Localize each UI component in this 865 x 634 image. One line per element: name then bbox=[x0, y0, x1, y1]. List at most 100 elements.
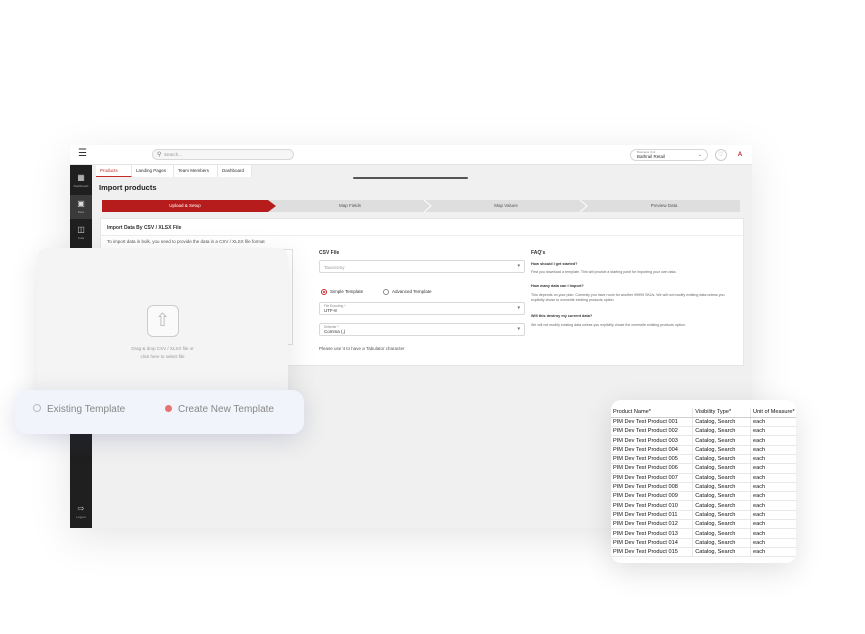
table-cell: each bbox=[750, 473, 796, 483]
delimiter-select[interactable]: Delimiter * Comma (,) ▾ bbox=[319, 323, 525, 336]
table-cell: each bbox=[750, 482, 796, 493]
table-cell: Catalog, Search bbox=[692, 435, 752, 446]
table-row: PIM Dev Test Product 009 Catalog, Search e… bbox=[611, 491, 796, 502]
tab-landing-pages[interactable]: Landing Pages bbox=[132, 165, 174, 177]
table-row: PIM Dev Test Product 002 Catalog, Search e… bbox=[611, 426, 796, 437]
table-cell: PIM Dev Test Product 012 bbox=[611, 519, 694, 530]
table-cell: each bbox=[750, 426, 796, 437]
table-row: PIM Dev Test Product 014 Catalog, Search e… bbox=[611, 538, 796, 548]
table-row: PIM Dev Test Product 005 Catalog, Search e… bbox=[611, 454, 796, 465]
table-cell: Catalog, Search bbox=[692, 445, 752, 456]
step-arrow bbox=[424, 200, 432, 212]
step-map-values[interactable]: Map Values bbox=[432, 200, 580, 212]
store-selector[interactable]: Business Unit Bathrail Retail ⌄ bbox=[630, 149, 708, 161]
sidebar-item-files[interactable]: ▣ Files bbox=[70, 195, 92, 219]
table-row: PIM Dev Test Product 013 Catalog, Search e… bbox=[611, 528, 796, 539]
sidebar-item-cats[interactable]: ◫ Cats bbox=[70, 221, 92, 245]
chevron-down-icon: ▾ bbox=[517, 305, 520, 311]
radio-label: Create New Template bbox=[178, 404, 274, 415]
table-row: PIM Dev Test Product 007 Catalog, Search e… bbox=[611, 473, 796, 483]
radio-label: Existing Template bbox=[47, 404, 126, 415]
step-arrow bbox=[580, 200, 588, 212]
radio-existing-template[interactable]: Existing Template bbox=[33, 404, 125, 415]
column-header: Unit of Measure* bbox=[750, 408, 796, 418]
spreadsheet-preview: Product Name* Visibility Type* Unit of M… bbox=[611, 400, 796, 563]
table-cell: PIM Dev Test Product 002 bbox=[611, 426, 694, 437]
tab-team-members[interactable]: Team Members bbox=[174, 165, 218, 177]
radio-label: Advanced Template bbox=[392, 289, 432, 295]
table-cell: Catalog, Search bbox=[692, 500, 752, 511]
hamburger-menu-icon[interactable]: ☰ bbox=[78, 149, 87, 159]
tab-products[interactable]: Products bbox=[96, 165, 132, 177]
table-cell: Catalog, Search bbox=[692, 482, 752, 493]
table-cell: PIM Dev Test Product 004 bbox=[611, 445, 694, 456]
search-placeholder: Search... bbox=[164, 151, 183, 157]
tab-dashboard[interactable]: Dashboard bbox=[218, 165, 252, 177]
table-cell: PIM Dev Test Product 009 bbox=[611, 491, 694, 502]
table-cell: Catalog, Search bbox=[692, 528, 752, 539]
store-selector-value: Bathrail Retail bbox=[637, 154, 666, 159]
table-cell: Catalog, Search bbox=[692, 510, 752, 521]
notification-bell-icon[interactable]: ♡ bbox=[715, 149, 727, 161]
faq-title: FAQ's bbox=[531, 250, 546, 256]
sidebar-item-label: Dashboard bbox=[73, 184, 89, 188]
chevron-down-icon: ▾ bbox=[517, 326, 520, 332]
sidebar-item-logout[interactable]: ⇨ Logout bbox=[70, 500, 92, 524]
encoding-select[interactable]: File Encoding * UTF-8 ▾ bbox=[319, 302, 525, 315]
table-cell: each bbox=[750, 435, 796, 446]
scroll-indicator[interactable] bbox=[353, 177, 468, 179]
taxonomy-select[interactable]: Taxonomy ▾ bbox=[319, 260, 525, 273]
page-title: Import products bbox=[99, 183, 157, 192]
upload-instructions-secondary: click here to select file bbox=[140, 354, 185, 359]
table-cell: PIM Dev Test Product 001 bbox=[611, 417, 694, 428]
table-row: PIM Dev Test Product 012 Catalog, Search e… bbox=[611, 519, 796, 530]
table-cell: Catalog, Search bbox=[692, 538, 752, 548]
upload-dropzone[interactable]: ⇧ Drag & drop CSV / XLSX file or click h… bbox=[37, 248, 288, 408]
table-cell: PIM Dev Test Product 010 bbox=[611, 500, 694, 511]
table-cell: PIM Dev Test Product 014 bbox=[611, 538, 694, 548]
user-avatar[interactable]: A bbox=[734, 149, 746, 161]
table-cell: Catalog, Search bbox=[692, 547, 752, 558]
radio-selected-icon bbox=[321, 289, 327, 295]
radio-create-new-template[interactable]: Create New Template bbox=[165, 404, 274, 415]
logout-icon: ⇨ bbox=[77, 504, 85, 513]
radio-selected-icon bbox=[165, 404, 172, 412]
step-preview-data[interactable]: Preview Data bbox=[588, 200, 740, 212]
table-row: PIM Dev Test Product 008 Catalog, Search e… bbox=[611, 482, 796, 493]
table-cell: each bbox=[750, 463, 796, 474]
upload-icon: ⇧ bbox=[147, 305, 179, 337]
table-cell: PIM Dev Test Product 011 bbox=[611, 510, 694, 521]
table-cell: Catalog, Search bbox=[692, 473, 752, 483]
faq-answer: This depends on your plan. Currently you… bbox=[531, 293, 725, 302]
import-stepper: Upload & Setup Map Fields Map Values Pre… bbox=[102, 200, 740, 212]
table-cell: PIM Dev Test Product 005 bbox=[611, 454, 694, 465]
table-cell: Catalog, Search bbox=[692, 454, 752, 465]
table-body: PIM Dev Test Product 001 Catalog, Search e… bbox=[611, 417, 796, 558]
template-type-radios: Simple Template Advanced Template bbox=[321, 289, 527, 297]
radio-label: Simple Template bbox=[330, 289, 364, 295]
table-row: PIM Dev Test Product 004 Catalog, Search e… bbox=[611, 445, 796, 456]
step-upload-setup[interactable]: Upload & Setup bbox=[102, 200, 268, 212]
search-input[interactable]: ⚲ Search... bbox=[152, 149, 294, 160]
table-cell: PIM Dev Test Product 006 bbox=[611, 463, 694, 474]
faq-question: How many data can I import? bbox=[531, 284, 584, 288]
table-row: PIM Dev Test Product 001 Catalog, Search e… bbox=[611, 417, 796, 428]
import-card-title: Import Data By CSV / XLSX File bbox=[107, 225, 182, 231]
table-cell: each bbox=[750, 528, 796, 539]
table-cell: each bbox=[750, 500, 796, 511]
table-row: PIM Dev Test Product 003 Catalog, Search e… bbox=[611, 435, 796, 446]
radio-advanced-template[interactable]: Advanced Template bbox=[383, 289, 431, 295]
column-header: Product Name* bbox=[611, 408, 694, 418]
table-cell: Catalog, Search bbox=[692, 463, 752, 474]
table-cell: Catalog, Search bbox=[692, 417, 752, 428]
step-map-fields[interactable]: Map Fields bbox=[276, 200, 424, 212]
table-cell: PIM Dev Test Product 013 bbox=[611, 528, 694, 539]
table-cell: each bbox=[750, 538, 796, 548]
table-row: PIM Dev Test Product 010 Catalog, Search e… bbox=[611, 500, 796, 511]
sidebar-item-dashboard[interactable]: ▦ Dashboard bbox=[70, 169, 92, 193]
table-cell: each bbox=[750, 417, 796, 428]
radio-simple-template[interactable]: Simple Template bbox=[321, 289, 363, 295]
divider bbox=[101, 235, 745, 236]
table-cell: each bbox=[750, 510, 796, 521]
sidebar-item-label: Files bbox=[77, 210, 85, 214]
